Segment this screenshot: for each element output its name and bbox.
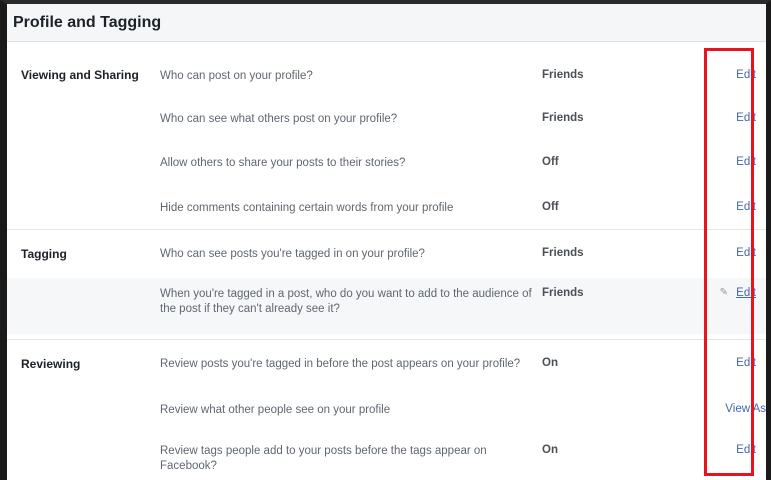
edit-link[interactable]: Edit [736, 287, 756, 299]
section-tagging: Tagging Who can see posts you're tagged … [7, 230, 766, 340]
setting-question: Hide comments containing certain words f… [160, 202, 454, 214]
settings-panel: Profile and Tagging Viewing and Sharing … [0, 0, 771, 480]
panel-header: Profile and Tagging [7, 4, 766, 42]
section-reviewing: Reviewing Review posts you're tagged in … [7, 340, 766, 480]
settings-row[interactable]: Allow others to share your posts to thei… [7, 148, 766, 182]
view-as-link[interactable]: View As [725, 403, 766, 415]
page-title: Profile and Tagging [13, 13, 162, 31]
settings-row[interactable]: Review tags people add to your posts bef… [7, 434, 766, 478]
settings-row-hovered[interactable]: When you're tagged in a post, who do you… [7, 278, 766, 334]
section-viewing-and-sharing: Viewing and Sharing Who can post on your… [7, 42, 766, 230]
settings-row[interactable]: Review what other people see on your pro… [7, 392, 766, 426]
edit-link[interactable]: Edit [736, 156, 756, 168]
setting-question: Review posts you're tagged in before the… [160, 358, 521, 370]
setting-value: Off [542, 156, 559, 168]
setting-value: Friends [542, 69, 584, 81]
edit-link[interactable]: Edit [736, 444, 756, 456]
setting-question: Review tags people add to your posts bef… [160, 445, 487, 472]
edit-link[interactable]: Edit [736, 357, 756, 369]
setting-value: Friends [542, 287, 584, 299]
setting-value: Friends [542, 112, 584, 124]
setting-value: On [542, 444, 558, 456]
edit-link[interactable]: Edit [736, 69, 756, 81]
settings-row[interactable]: Who can see posts you're tagged in on yo… [7, 236, 766, 270]
pencil-icon: ✎ [719, 287, 728, 298]
setting-value: Friends [542, 247, 584, 259]
setting-question: Review what other people see on your pro… [160, 404, 391, 416]
setting-question: Who can see posts you're tagged in on yo… [160, 248, 425, 260]
settings-row[interactable]: Hide comments containing certain words f… [7, 192, 766, 226]
setting-question: Who can see what others post on your pro… [160, 113, 398, 125]
edit-link[interactable]: Edit [736, 201, 756, 213]
setting-value: On [542, 357, 558, 369]
settings-row[interactable]: Review posts you're tagged in before the… [7, 346, 766, 380]
settings-row[interactable]: Who can see what others post on your pro… [7, 102, 766, 136]
edit-link[interactable]: Edit [736, 247, 756, 259]
setting-question: Who can post on your profile? [160, 70, 313, 82]
settings-row[interactable]: Who can post on your profile? Friends Ed… [7, 56, 766, 90]
setting-question: When you're tagged in a post, who do you… [160, 288, 532, 315]
setting-value: Off [542, 201, 559, 213]
edit-link[interactable]: Edit [736, 112, 756, 124]
setting-question: Allow others to share your posts to thei… [160, 157, 406, 169]
